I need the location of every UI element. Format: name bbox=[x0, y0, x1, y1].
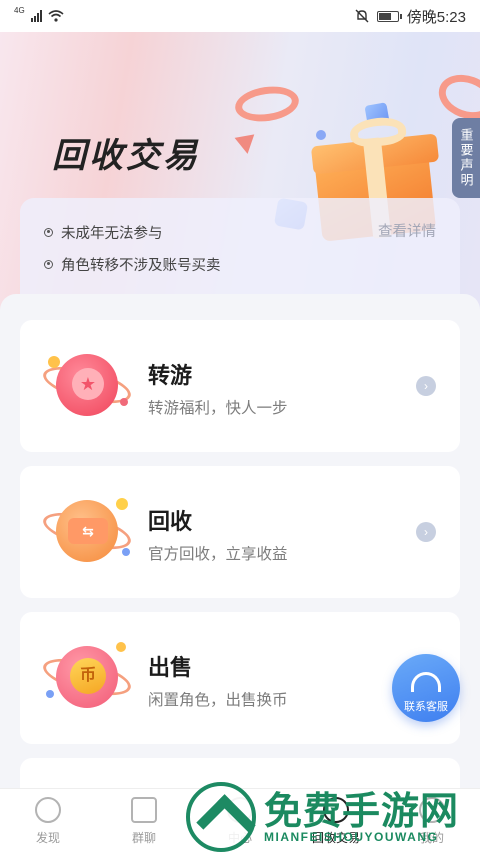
chevron-right-icon[interactable]: › bbox=[416, 376, 436, 396]
recycle-icon bbox=[323, 796, 349, 823]
important-notice-tab[interactable]: 重要声明 bbox=[452, 118, 480, 198]
bullet-icon bbox=[44, 227, 53, 237]
view-details-link[interactable]: 查看详情 bbox=[378, 220, 436, 241]
decor-dot bbox=[316, 130, 326, 140]
coin-emblem: 币 bbox=[70, 658, 106, 694]
card-desc: 官方回收，立享收益 bbox=[148, 546, 288, 563]
status-right: 傍晚5:23 bbox=[355, 6, 466, 27]
rule-text: 角色转移不涉及账号买卖 bbox=[61, 257, 221, 274]
decor-triangle bbox=[234, 134, 258, 156]
ticket-planet-icon: ⇆ bbox=[39, 492, 135, 572]
decor-dot bbox=[46, 690, 54, 698]
contact-service-label: 联系客服 bbox=[404, 701, 448, 713]
bullet-icon bbox=[44, 259, 53, 269]
headset-icon bbox=[411, 672, 441, 692]
page-title: 回收交易 bbox=[52, 136, 200, 176]
tab-recycle-trade[interactable]: 回收交易 bbox=[288, 789, 384, 853]
decor-dot bbox=[120, 398, 128, 406]
tab-label: 我的 bbox=[419, 830, 444, 845]
status-left: 4G bbox=[14, 6, 64, 22]
coin-planet-icon: 币 bbox=[39, 638, 135, 718]
tab-group-chat[interactable]: 群聊 bbox=[96, 789, 192, 853]
tab-label: 回收交易 bbox=[311, 830, 360, 845]
star-planet-icon: ★ bbox=[39, 346, 135, 426]
tab-profile[interactable]: 我的 bbox=[384, 789, 480, 853]
decor-ring bbox=[232, 82, 302, 126]
tab-center[interactable]: 中心 bbox=[192, 789, 288, 853]
tab-label: 发现 bbox=[35, 830, 60, 845]
status-time: 傍晚5:23 bbox=[406, 8, 466, 26]
recycle-card[interactable]: ⇆ 回收 官方回收，立享收益 › bbox=[20, 466, 460, 598]
ticket-emblem: ⇆ bbox=[68, 518, 108, 544]
rule-item: 角色转移不涉及账号买卖 bbox=[44, 248, 436, 280]
status-bar: 4G 傍晚5:23 bbox=[0, 0, 480, 32]
main-sheet: ★ 转游 转游福利，快人一步 › ⇆ 回收 官方回收，立享收益 › 币 出售 闲… bbox=[0, 294, 480, 818]
network-type: 4G bbox=[14, 6, 25, 15]
card-title: 回收 bbox=[148, 509, 193, 534]
mute-bell-icon bbox=[355, 9, 369, 23]
chevron-right-icon[interactable]: › bbox=[416, 522, 436, 542]
card-desc: 转游福利，快人一步 bbox=[148, 400, 288, 417]
decor-dot bbox=[48, 356, 60, 368]
rules-card: 未成年无法参与 角色转移不涉及账号买卖 查看详情 bbox=[20, 198, 460, 296]
chat-icon bbox=[131, 796, 157, 823]
wifi-icon bbox=[48, 10, 64, 22]
tab-discover[interactable]: 发现 bbox=[0, 789, 96, 853]
card-desc: 闲置角色，出售换币 bbox=[148, 692, 288, 709]
battery-icon bbox=[376, 10, 402, 22]
signal-icon bbox=[30, 10, 42, 22]
contact-service-button[interactable]: 联系客服 bbox=[392, 654, 460, 722]
rule-text: 未成年无法参与 bbox=[61, 225, 163, 242]
card-title: 转游 bbox=[148, 363, 193, 388]
center-icon bbox=[227, 796, 253, 823]
profile-icon bbox=[419, 796, 445, 823]
tab-label: 群聊 bbox=[131, 830, 156, 845]
card-title: 出售 bbox=[148, 655, 193, 680]
transfer-game-card[interactable]: ★ 转游 转游福利，快人一步 › bbox=[20, 320, 460, 452]
decor-dot bbox=[116, 642, 126, 652]
decor-dot bbox=[116, 498, 128, 510]
tab-label: 中心 bbox=[227, 830, 252, 845]
decor-dot bbox=[122, 548, 130, 556]
compass-icon bbox=[35, 796, 61, 823]
bottom-tab-bar: 发现 群聊 中心 回收交易 我的 bbox=[0, 788, 480, 853]
star-emblem: ★ bbox=[72, 368, 104, 400]
